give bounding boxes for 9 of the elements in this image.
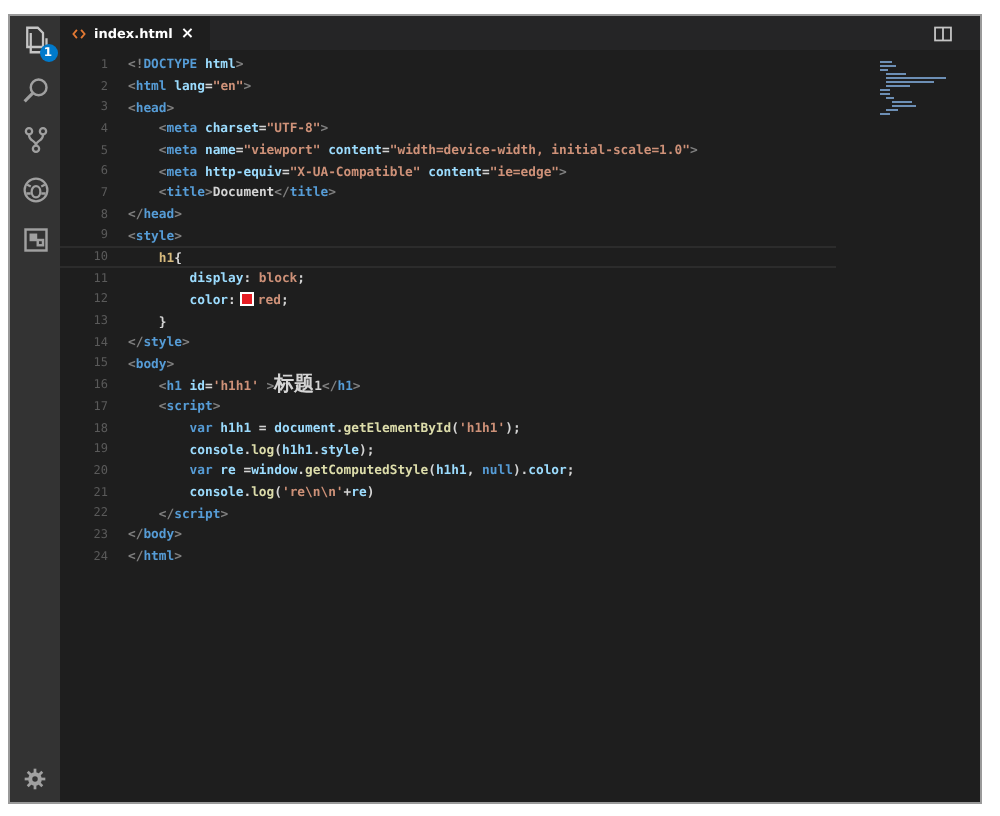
search-icon[interactable] — [21, 76, 49, 104]
debug-icon[interactable] — [21, 176, 49, 204]
files-icon[interactable] — [21, 26, 49, 54]
close-tab-button[interactable]: × — [180, 25, 195, 41]
settings-icon[interactable] — [24, 768, 46, 790]
extensions-icon[interactable] — [21, 226, 49, 254]
html-file-icon — [72, 27, 86, 39]
split-editor-icon[interactable] — [934, 25, 952, 41]
source-control-icon[interactable] — [21, 126, 49, 154]
